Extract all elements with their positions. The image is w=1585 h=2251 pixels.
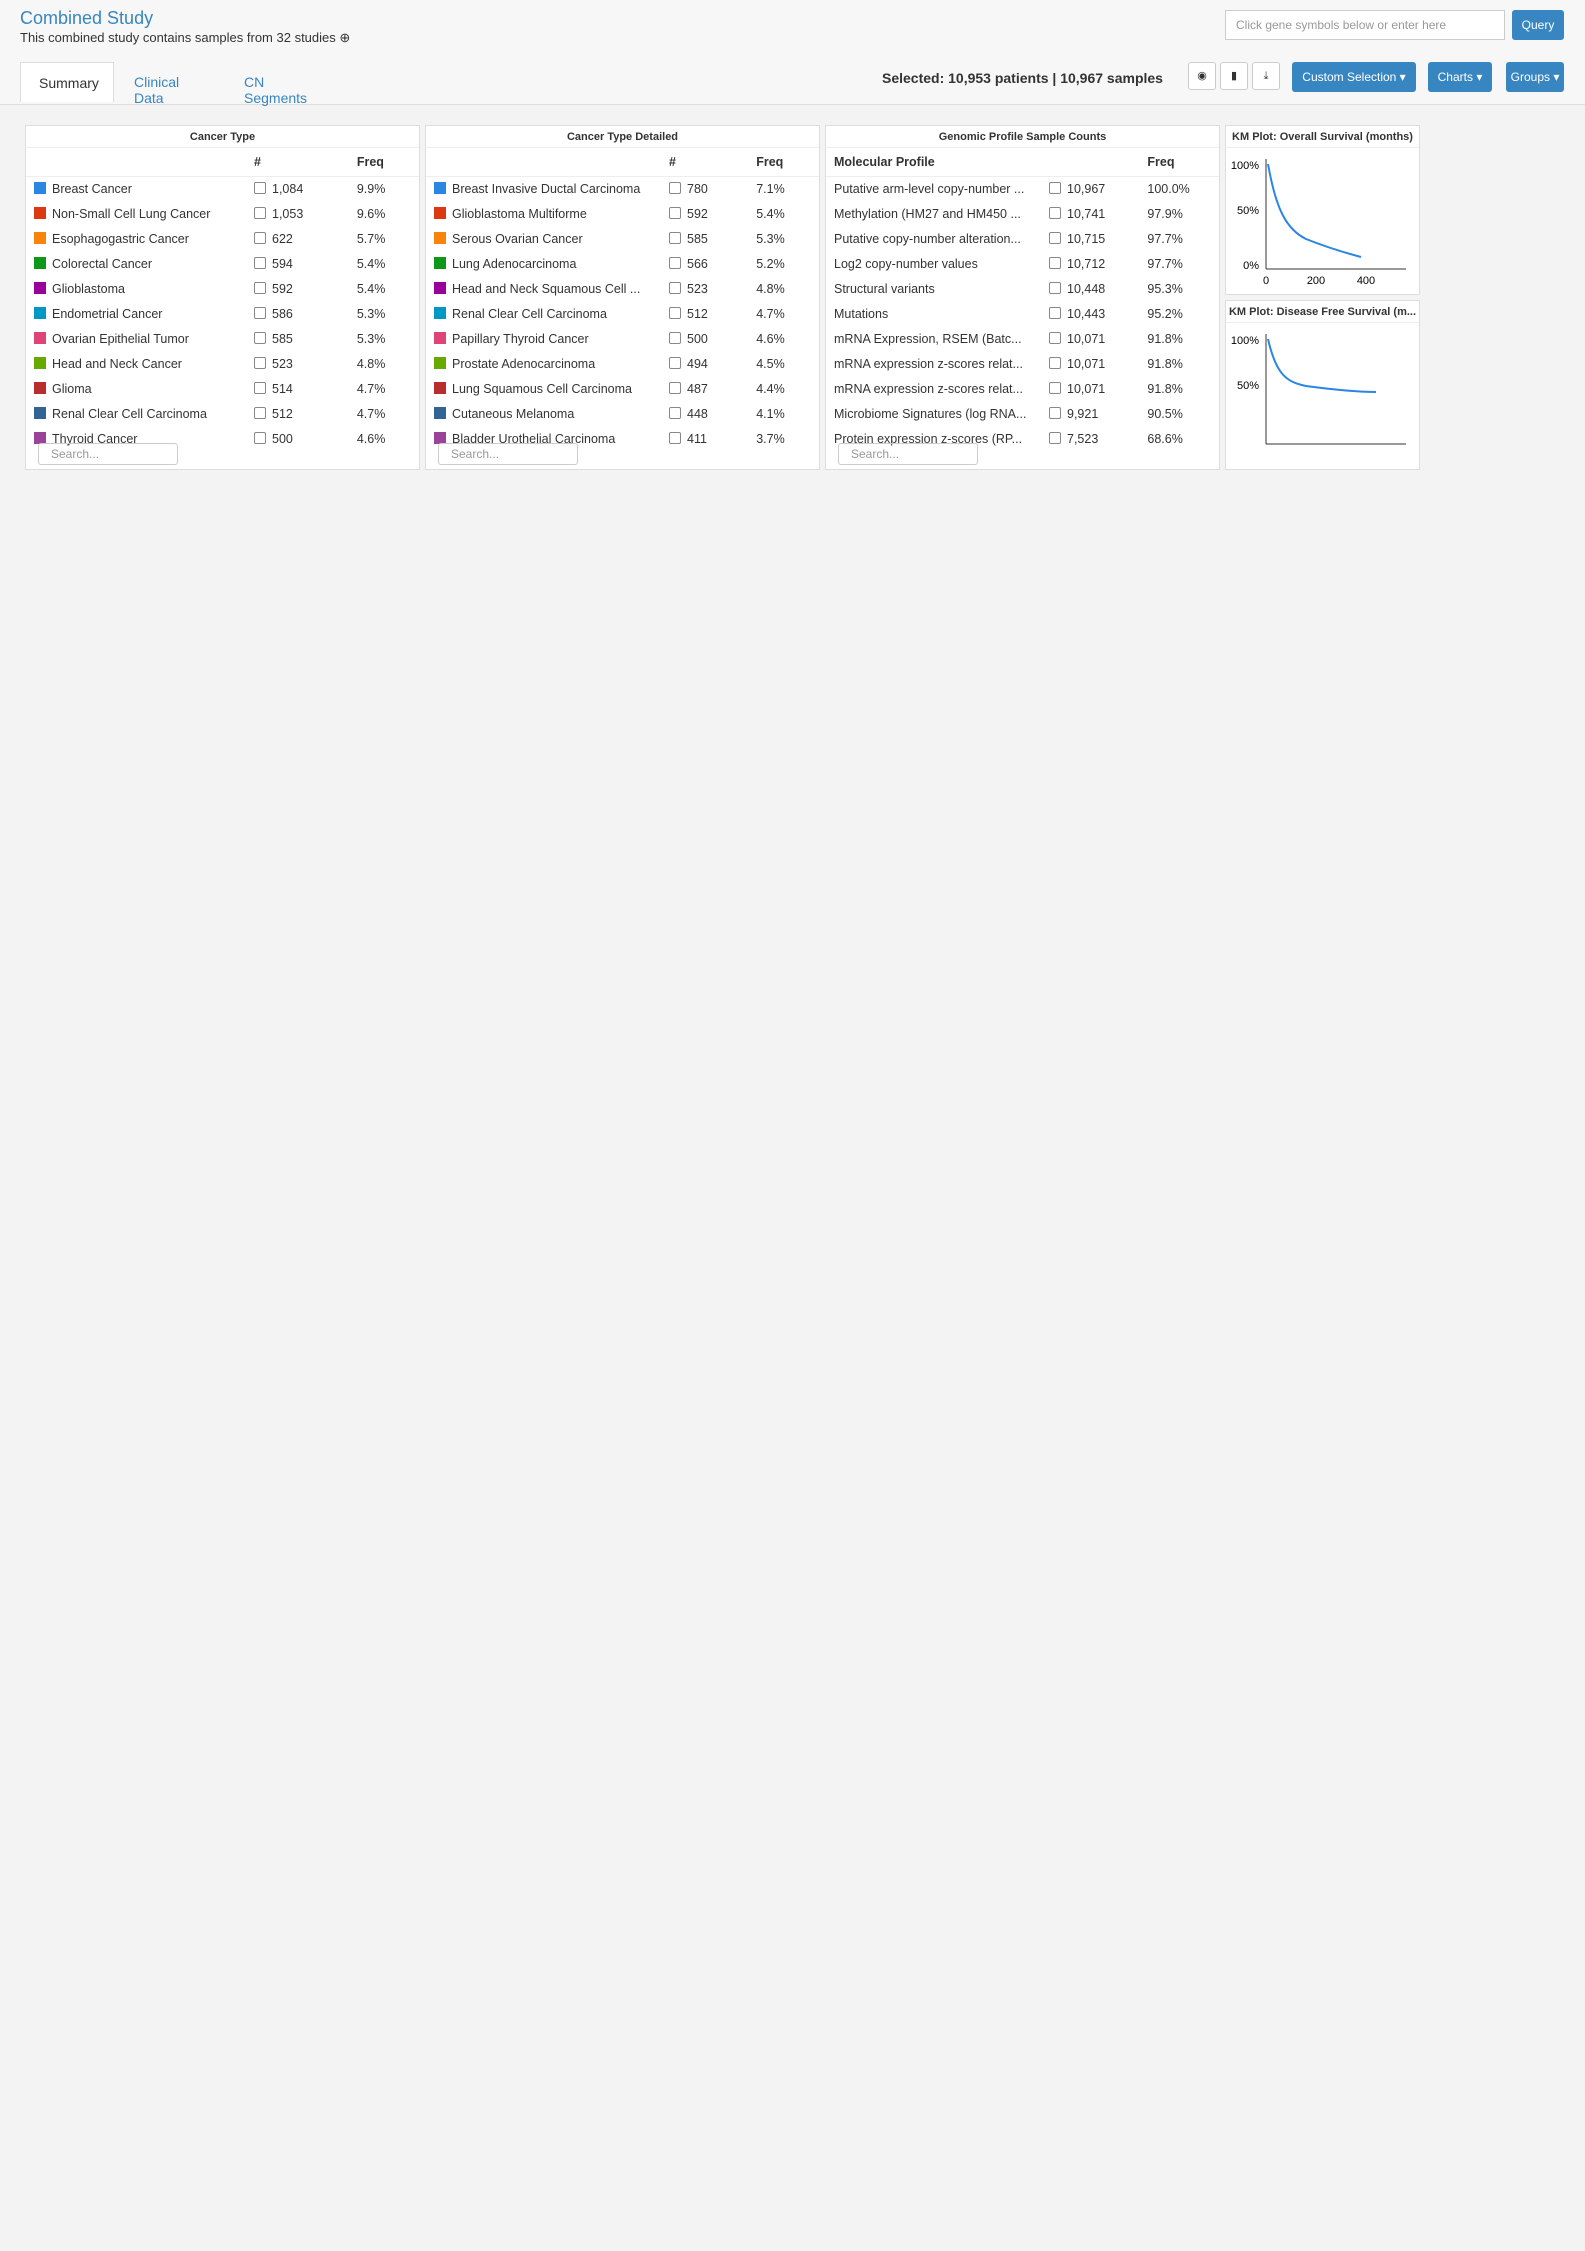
study-title[interactable]: Combined Study <box>20 8 153 29</box>
panel-title: KM Plot: Disease Free Survival (m... <box>1226 301 1419 323</box>
svg-text:50%: 50% <box>1237 380 1259 392</box>
table-row[interactable]: Renal Clear Cell Carcinoma 512 4.7% <box>426 302 819 327</box>
table-row[interactable]: Glioblastoma 592 5.4% <box>26 277 419 302</box>
gene-query-input[interactable]: Click gene symbols below or enter here <box>1225 10 1505 40</box>
svg-text:100%: 100% <box>1231 335 1259 347</box>
search-input[interactable]: Search... <box>838 443 978 465</box>
groups-button[interactable]: Groups ▾ <box>1506 62 1564 92</box>
tab-cn-segments[interactable]: CN Segments <box>226 62 325 106</box>
svg-text:400: 400 <box>1357 275 1375 287</box>
table-row[interactable]: Endometrial Cancer 586 5.3% <box>26 302 419 327</box>
svg-text:0%: 0% <box>1243 260 1259 272</box>
table-row[interactable]: Log2 copy-number values 10,712 97.7% <box>826 252 1219 277</box>
download-icon[interactable]: ⤓ <box>1252 62 1280 90</box>
tab-summary[interactable]: Summary <box>20 62 114 102</box>
table-row[interactable]: Serous Ovarian Cancer 585 5.3% <box>426 227 819 252</box>
table-row[interactable]: Methylation (HM27 and HM450 ... 10,741 97.… <box>826 202 1219 227</box>
table-row[interactable]: Putative copy-number alteration... 10,715… <box>826 227 1219 252</box>
study-subtitle: This combined study contains samples fro… <box>20 30 351 45</box>
user-icon[interactable]: ◉ <box>1188 62 1216 90</box>
table-row[interactable]: Esophagogastric Cancer 622 5.7% <box>26 227 419 252</box>
custom-selection-button[interactable]: Custom Selection ▾ <box>1292 62 1416 92</box>
search-input[interactable]: Search... <box>438 443 578 465</box>
table-row[interactable]: Cutaneous Melanoma 448 4.1% <box>426 402 819 427</box>
table-row[interactable]: Colorectal Cancer 594 5.4% <box>26 252 419 277</box>
panel-title: Genomic Profile Sample Counts <box>826 126 1219 148</box>
table-row[interactable]: Lung Adenocarcinoma 566 5.2% <box>426 252 819 277</box>
tab-clinical-data[interactable]: Clinical Data <box>116 62 197 106</box>
charts-button[interactable]: Charts ▾ <box>1428 62 1492 92</box>
table-row[interactable]: Mutations 10,443 95.2% <box>826 302 1219 327</box>
table-row[interactable]: Papillary Thyroid Cancer 500 4.6% <box>426 327 819 352</box>
panel-title: Cancer Type Detailed <box>426 126 819 148</box>
table-row[interactable]: Ovarian Epithelial Tumor 585 5.3% <box>26 327 419 352</box>
top-bar: Combined Study This combined study conta… <box>0 0 1585 106</box>
genomic-profile-table: Genomic Profile Sample Counts Molecular … <box>825 125 1220 470</box>
selection-summary: Selected: 10,953 patients | 10,967 sampl… <box>882 70 1163 86</box>
table-row[interactable]: Putative arm-level copy-number ... 10,967… <box>826 177 1219 202</box>
table-row[interactable]: Renal Clear Cell Carcinoma 512 4.7% <box>26 402 419 427</box>
km-os-chart: 100% 50% 0% 0 200 400 <box>1231 159 1406 287</box>
km-overall-survival: KM Plot: Overall Survival (months) 100% … <box>1225 125 1420 295</box>
svg-text:50%: 50% <box>1237 205 1259 217</box>
cancer-type-table: Cancer Type # Freq Breast Cancer 1,084 9.9%… <box>25 125 420 470</box>
panel-title: Cancer Type <box>26 126 419 148</box>
svg-text:100%: 100% <box>1231 160 1259 172</box>
query-button[interactable]: Query <box>1512 10 1564 40</box>
bookmark-icon[interactable]: ▮ <box>1220 62 1248 90</box>
search-input[interactable]: Search... <box>38 443 178 465</box>
panel-title: KM Plot: Overall Survival (months) <box>1226 126 1419 148</box>
table-row[interactable]: mRNA Expression, RSEM (Batc... 10,071 91.8… <box>826 327 1219 352</box>
table-row[interactable]: Structural variants 10,448 95.3% <box>826 277 1219 302</box>
table-row[interactable]: Non-Small Cell Lung Cancer 1,053 9.6% <box>26 202 419 227</box>
table-row[interactable]: Lung Squamous Cell Carcinoma 487 4.4% <box>426 377 819 402</box>
table-row[interactable]: Glioma 514 4.7% <box>26 377 419 402</box>
km-dfs-chart: 100% 50% <box>1231 334 1406 445</box>
table-row[interactable]: Head and Neck Squamous Cell ... 523 4.8% <box>426 277 819 302</box>
table-row[interactable]: mRNA expression z-scores relat... 10,071 9… <box>826 377 1219 402</box>
info-icon[interactable]: ⊕ <box>339 30 350 45</box>
table-row[interactable]: Prostate Adenocarcinoma 494 4.5% <box>426 352 819 377</box>
table-row[interactable]: Microbiome Signatures (log RNA... 9,921 90… <box>826 402 1219 427</box>
svg-text:200: 200 <box>1307 275 1325 287</box>
svg-text:0: 0 <box>1263 275 1269 287</box>
table-row[interactable]: Head and Neck Cancer 523 4.8% <box>26 352 419 377</box>
cancer-type-detailed-table: Cancer Type Detailed # Freq Breast Invasi… <box>425 125 820 470</box>
table-row[interactable]: Glioblastoma Multiforme 592 5.4% <box>426 202 819 227</box>
table-row[interactable]: Breast Cancer 1,084 9.9% <box>26 177 419 202</box>
table-row[interactable]: Breast Invasive Ductal Carcinoma 780 7.1% <box>426 177 819 202</box>
table-row[interactable]: mRNA expression z-scores relat... 10,071 9… <box>826 352 1219 377</box>
km-disease-free-survival: KM Plot: Disease Free Survival (m... 100… <box>1225 300 1420 470</box>
